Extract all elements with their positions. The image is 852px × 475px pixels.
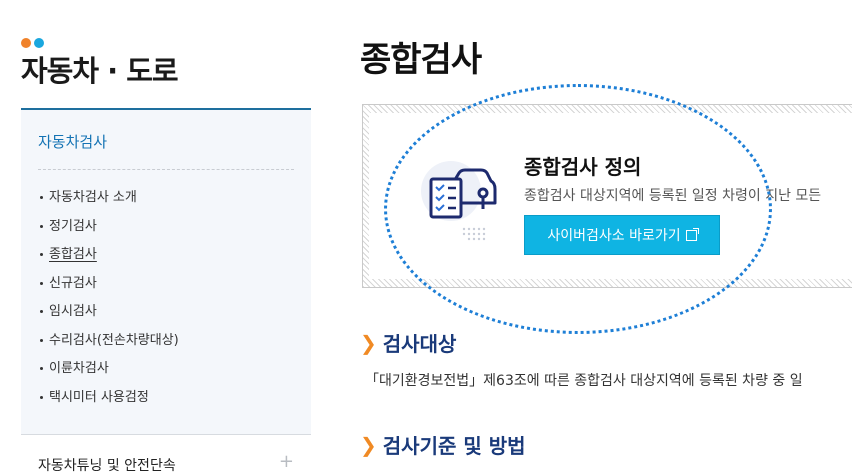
orange-dot	[21, 38, 31, 48]
bullet-icon	[40, 310, 43, 313]
sidebar-item-motorcycle[interactable]: 이륜차검사	[40, 355, 311, 384]
chevron-right-icon: ❯	[360, 432, 377, 457]
bullet-icon	[40, 395, 43, 399]
sidebar-item-taximeter[interactable]: 택시미터 사용검정	[40, 384, 311, 413]
bullet-icon	[40, 224, 43, 228]
sidebar-divider	[38, 169, 294, 170]
sidebar: 자동차검사 자동차검사 소개 정기검사 종합검사 신규검사 임시검사 수리검사(…	[21, 108, 311, 475]
section-heading-target: ❯ 검사대상	[360, 328, 456, 357]
bullet-icon	[40, 281, 43, 285]
section-body-text: 「대기환경보전법」제63조에 따른 종합검사 대상지역에 등록된 차량 중 일	[365, 373, 803, 389]
sidebar-item-new[interactable]: 신규검사	[40, 270, 311, 299]
bullet-icon	[40, 367, 43, 370]
sidebar-item-label: 자동차튜닝 및 안전단속	[38, 458, 176, 474]
sidebar-item-repair[interactable]: 수리검사(전손차량대상)	[40, 327, 311, 356]
plus-icon[interactable]: +	[279, 451, 294, 472]
sidebar-item-label: 자동차검사 소개	[49, 190, 137, 205]
sidebar-item-label: 정기검사	[49, 218, 97, 234]
sidebar-item-label: 수리검사(전손차량대상)	[49, 332, 179, 348]
blue-dot	[34, 38, 44, 48]
section-heading-criteria: ❯ 검사기준 및 방법	[360, 430, 526, 459]
sidebar-item-tuning[interactable]: 자동차튜닝 및 안전단속 +	[21, 435, 311, 475]
sidebar-item-label: 이륜차검사	[49, 361, 109, 376]
sidebar-item-label: 종합검사	[49, 247, 97, 262]
sidebar-panel: 자동차검사 자동차검사 소개 정기검사 종합검사 신규검사 임시검사 수리검사(…	[21, 110, 311, 434]
bullet-icon	[40, 253, 43, 256]
sidebar-heading-link[interactable]: 자동차검사	[21, 110, 311, 151]
section-title: 자동차 · 도로	[21, 54, 179, 88]
highlight-annotation-oval	[384, 84, 772, 334]
section-heading-label: 검사기준 및 방법	[382, 434, 526, 458]
sidebar-item-label: 신규검사	[49, 275, 97, 291]
page-title: 종합검사	[360, 40, 482, 80]
sidebar-item-label: 임시검사	[49, 304, 97, 319]
sidebar-item-label: 택시미터 사용검정	[49, 389, 149, 405]
bullet-icon	[40, 196, 43, 199]
sidebar-item-comprehensive[interactable]: 종합검사	[40, 241, 311, 270]
sidebar-sub-list: 자동차검사 소개 정기검사 종합검사 신규검사 임시검사 수리검사(전손차량대상…	[21, 184, 311, 412]
section-heading-label: 검사대상	[382, 332, 457, 356]
bullet-icon	[40, 338, 43, 342]
sidebar-item-temporary[interactable]: 임시검사	[40, 298, 311, 327]
sidebar-item-regular[interactable]: 정기검사	[40, 213, 311, 242]
chevron-right-icon: ❯	[360, 330, 377, 355]
sidebar-item-intro[interactable]: 자동차검사 소개	[40, 184, 311, 213]
